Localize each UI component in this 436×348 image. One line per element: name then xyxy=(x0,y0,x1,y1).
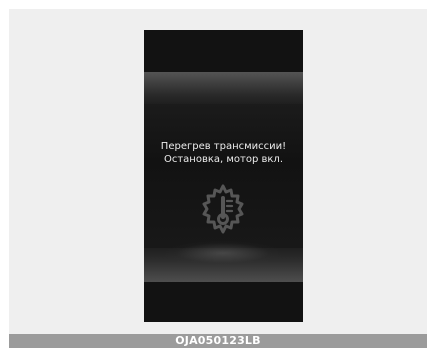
transmission-temperature-warning-icon xyxy=(202,184,244,234)
cluster-display: Перегрев трансмиссии! Остановка, мотор в… xyxy=(144,30,303,322)
icon-glow xyxy=(163,240,283,266)
warning-message-line-2: Остановка, мотор вкл. xyxy=(163,154,284,165)
warning-message-line-1: Перегрев трансмиссии! xyxy=(160,141,287,152)
image-code-caption: OJA050123LB xyxy=(9,334,427,348)
manual-illustration: Перегрев трансмиссии! Остановка, мотор в… xyxy=(0,0,436,348)
display-top-band xyxy=(144,72,303,104)
